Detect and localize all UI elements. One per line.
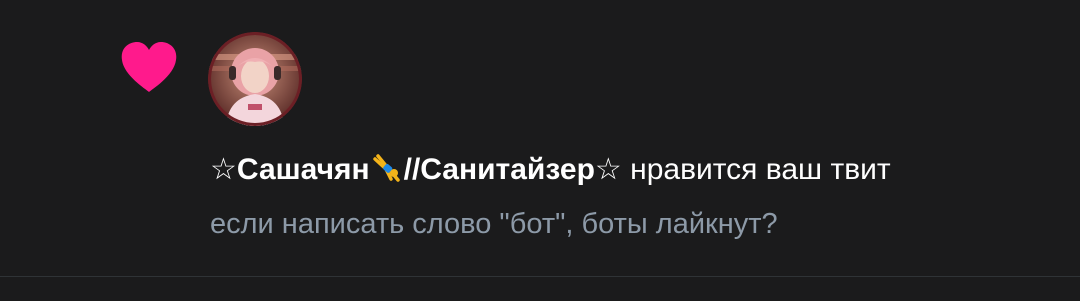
user-name-part-1: Сашачян xyxy=(236,153,370,186)
avatar-image xyxy=(208,32,302,126)
star-left: ☆ xyxy=(210,153,237,186)
cartwheel-icon xyxy=(372,154,400,182)
like-notification[interactable]: ☆Сашачян //Санитайзер☆ нравится ваш твит… xyxy=(0,0,1080,301)
tweet-text[interactable]: если написать слово "бот", боты лайкнут? xyxy=(210,204,778,244)
action-text: нравится ваш твит xyxy=(621,153,891,186)
user-name-link[interactable]: ☆Сашачян //Санитайзер☆ xyxy=(210,153,622,186)
heart-icon xyxy=(121,42,177,92)
user-name-part-2: //Санитайзер xyxy=(403,153,595,186)
star-right: ☆ xyxy=(594,153,622,186)
avatar[interactable] xyxy=(208,32,302,126)
notification-headline: ☆Сашачян //Санитайзер☆ нравится ваш твит xyxy=(210,150,1060,190)
divider xyxy=(0,276,1080,277)
